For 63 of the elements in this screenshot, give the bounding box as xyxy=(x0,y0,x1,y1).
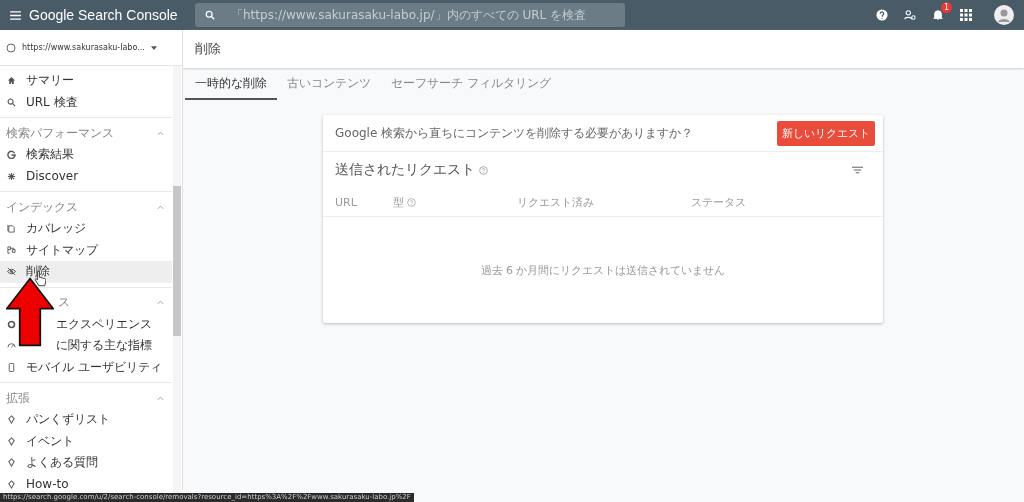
table-title: 送信されたリクエスト xyxy=(335,161,475,179)
scrollbar-thumb[interactable] xyxy=(173,186,181,336)
column-header: 型 xyxy=(393,194,404,210)
user-settings-icon[interactable] xyxy=(904,9,916,21)
section-header: インデックス xyxy=(6,198,78,216)
globe-icon xyxy=(6,42,16,53)
empty-message: 過去 6 か月間にリクエストは送信されていません xyxy=(480,262,726,278)
diamond-icon xyxy=(7,415,16,425)
notification-badge: 1 xyxy=(940,2,952,13)
nav-item[interactable]: よくある質問 xyxy=(0,452,172,474)
sitemap-icon xyxy=(7,245,16,255)
avatar-icon[interactable] xyxy=(994,5,1014,25)
property-url: https://www.sakurasaku-labo... xyxy=(22,43,145,52)
tab[interactable]: 一時的な削除 xyxy=(185,68,277,100)
apps-grid-icon[interactable] xyxy=(960,9,972,21)
filter-icon[interactable] xyxy=(852,166,863,174)
asterisk-icon xyxy=(7,171,16,181)
column-header: ステータス xyxy=(691,194,746,210)
prompt-text: Google 検索から直ちにコンテンツを削除する必要がありますか？ xyxy=(335,124,694,142)
app-title: Google Search Console xyxy=(29,7,179,23)
collapse-icon[interactable] xyxy=(157,204,164,210)
dropdown-icon[interactable] xyxy=(150,45,157,50)
section-header: ス xyxy=(58,294,70,311)
menu-icon[interactable] xyxy=(10,10,21,20)
pages-icon xyxy=(7,224,16,234)
nav-item[interactable]: サマリー xyxy=(0,70,172,92)
nav-item[interactable]: モバイル ユーザビリティ xyxy=(0,356,172,378)
nav-item[interactable]: イベント xyxy=(0,430,172,452)
phone-icon xyxy=(7,362,16,372)
nav-item[interactable]: 検索結果 xyxy=(0,144,172,166)
collapse-icon[interactable] xyxy=(157,395,164,401)
section-header: 拡張 xyxy=(6,389,30,407)
nav-item[interactable]: カバレッジ xyxy=(0,218,172,240)
tab[interactable]: 古いコンテンツ xyxy=(277,68,381,100)
diamond-icon xyxy=(7,436,16,446)
search-field[interactable]: 「https://www.sakurasaku-labo.jp/」内のすべての URL を検査 xyxy=(195,3,625,27)
column-header: URL xyxy=(335,195,357,209)
nav-item[interactable]: サイトマップ xyxy=(0,239,172,261)
bell-icon[interactable] xyxy=(932,9,944,21)
diamond-icon xyxy=(7,479,16,489)
nav-item[interactable]: に関する主な指標 xyxy=(0,335,172,357)
home-icon xyxy=(7,76,16,86)
search-icon xyxy=(7,97,16,107)
nav-item[interactable]: エクスペリエンス xyxy=(0,313,172,335)
collapse-icon[interactable] xyxy=(157,300,164,305)
nav-item[interactable]: 削除 xyxy=(0,261,172,283)
g-letter-icon xyxy=(7,150,16,160)
nav-item[interactable]: Discover xyxy=(0,165,172,187)
search-icon xyxy=(205,10,215,20)
tab[interactable]: セーフサーチ フィルタリング xyxy=(381,68,561,100)
nav-item[interactable]: URL 検査 xyxy=(0,91,172,113)
nav-item[interactable]: How-to xyxy=(0,473,172,495)
help-icon[interactable] xyxy=(876,9,888,21)
arrow-icon xyxy=(6,275,54,349)
new-request-button[interactable]: 新しいリクエスト xyxy=(777,120,875,146)
page-title: 削除 xyxy=(195,40,221,58)
section-header: 検索パフォーマンス xyxy=(6,124,114,142)
eye-icon xyxy=(7,267,16,277)
nav-item[interactable]: パンくずリスト xyxy=(0,409,172,431)
collapse-icon[interactable] xyxy=(157,130,164,136)
diamond-icon xyxy=(7,458,16,468)
ring-icon xyxy=(7,319,16,329)
column-header: リクエスト済み xyxy=(517,194,594,210)
